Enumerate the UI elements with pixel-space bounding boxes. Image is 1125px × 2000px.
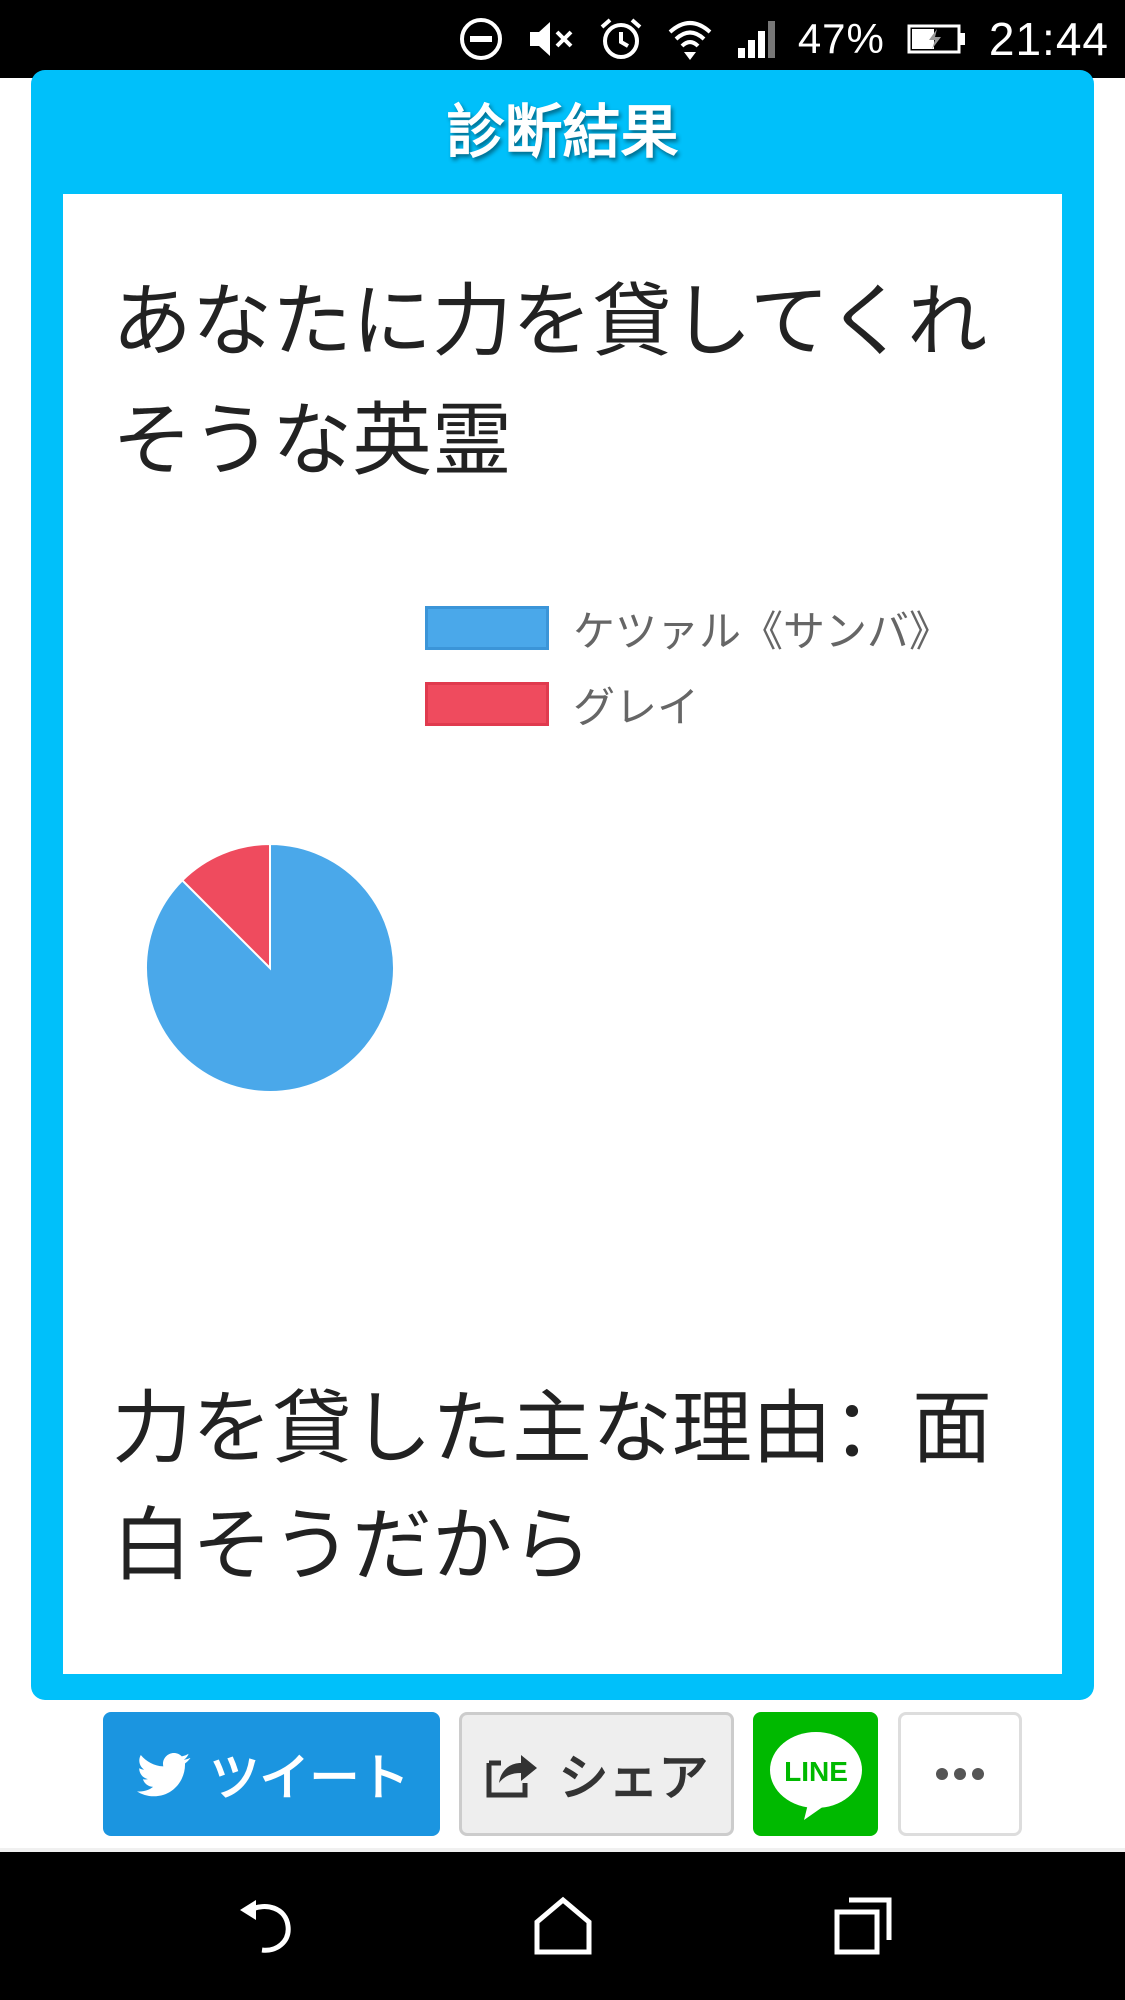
status-bar: 47% 21:44	[0, 0, 1125, 78]
card-title: 診断結果	[446, 98, 679, 166]
home-icon[interactable]	[533, 1896, 593, 1960]
recents-icon[interactable]	[833, 1896, 893, 1960]
pie-chart	[145, 842, 395, 1093]
mute-icon	[526, 16, 576, 62]
line-logo-icon: LINE	[769, 1732, 862, 1820]
legend-label-1: ケツァル《サンバ》	[573, 606, 952, 656]
battery-charging-icon	[907, 23, 967, 55]
more-options-button[interactable]	[898, 1712, 1022, 1836]
do-not-disturb-icon	[458, 16, 504, 62]
wifi-icon	[666, 16, 714, 62]
share-button[interactable]: シェア	[459, 1712, 734, 1836]
result-heading: あなたに力を貸してくれそうな英霊	[112, 275, 988, 487]
tweet-label: ツイート	[209, 1749, 410, 1807]
chart-legend: ケツァル《サンバ》 グレイ	[425, 590, 951, 742]
line-logo-text: LINE	[784, 1756, 848, 1787]
battery-percentage: 47%	[797, 15, 885, 62]
navigation-bar	[0, 1852, 1125, 2000]
share-label: シェア	[558, 1749, 709, 1807]
legend-swatch-1	[425, 606, 549, 650]
legend-item-2[interactable]: グレイ	[425, 666, 951, 742]
more-dots-icon	[936, 1768, 984, 1780]
tweet-button[interactable]: ツイート	[103, 1712, 440, 1836]
result-reason: 力を貸した主な理由：面白そうだから	[112, 1382, 992, 1592]
alarm-icon	[598, 16, 644, 62]
share-bar: ツイート シェア LINE	[0, 1700, 1125, 1848]
line-share-button[interactable]: LINE	[753, 1712, 878, 1836]
legend-swatch-2	[425, 682, 549, 726]
legend-item-1[interactable]: ケツァル《サンバ》	[425, 590, 951, 666]
share-arrow-icon	[485, 1749, 541, 1799]
legend-label-2: グレイ	[573, 682, 700, 732]
signal-icon	[736, 18, 778, 60]
twitter-bird-icon	[134, 1750, 192, 1798]
back-icon[interactable]	[236, 1896, 296, 1960]
clock: 21:44	[988, 13, 1109, 65]
